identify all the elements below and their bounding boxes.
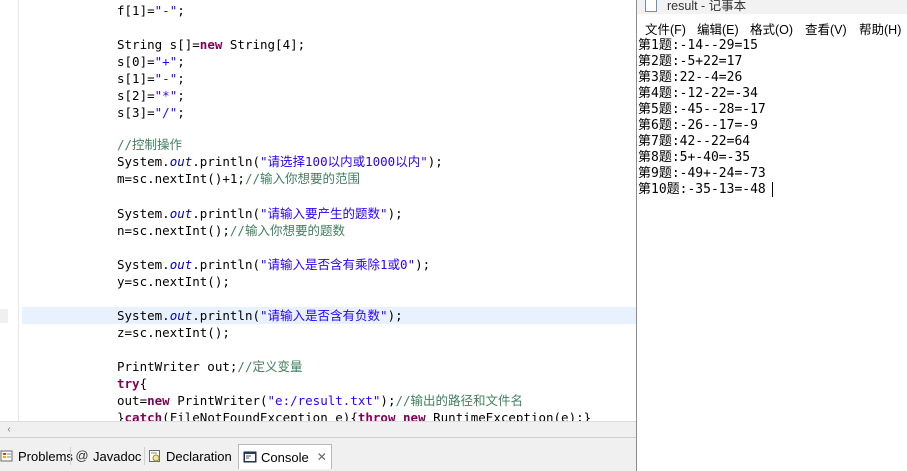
declaration-icon xyxy=(148,449,162,463)
tab-problems-label: Problems xyxy=(18,448,73,464)
result-line: 第7题:42--22=64 xyxy=(638,134,751,149)
code-line[interactable]: }catch(FileNotFoundException e){throw ne… xyxy=(22,409,636,421)
window-title: result - 记事本 xyxy=(667,0,747,13)
tab-console-label: Console xyxy=(261,449,309,465)
code-line[interactable]: System.out.println("请选择100以内或1000以内"); xyxy=(22,153,636,170)
result-line: 第1题:-14--29=15 xyxy=(638,38,758,53)
code-line[interactable]: f[1]="-"; xyxy=(22,2,636,19)
view-tab-bar: Problems @ Javadoc Declaration Console ✕ xyxy=(0,437,636,471)
notepad-title-bar[interactable]: result - 记事本 xyxy=(637,0,907,14)
code-line[interactable]: String s[]=new String[4]; xyxy=(22,36,636,53)
menu-view[interactable]: 查看(V) xyxy=(805,19,847,38)
code-line[interactable]: System.out.println("请输入是否含有乘除1或0"); xyxy=(22,256,636,273)
menu-file[interactable]: 文件(F) xyxy=(645,19,686,38)
scroll-left-arrow-icon[interactable]: ‹ xyxy=(2,423,16,436)
code-line[interactable]: n=sc.nextInt();//输入你想要的题数 xyxy=(22,222,636,239)
code-line[interactable]: System.out.println("请输入是否含有负数"); xyxy=(22,307,636,324)
notepad-menu-bar: 文件(F) 编辑(E) 格式(O) 查看(V) 帮助(H) xyxy=(637,14,907,38)
notepad-text-area[interactable]: 第1题:-14--29=15 第2题:-5+22=17 第3题:22--4=26… xyxy=(637,38,907,471)
result-line: 第6题:-26--17=-9 xyxy=(638,118,758,133)
code-line[interactable]: PrintWriter out;//定义变量 xyxy=(22,358,636,375)
code-editor[interactable]: f[1]="-"; String s[]=new String[4]; s[0]="… xyxy=(0,0,636,421)
menu-format[interactable]: 格式(O) xyxy=(750,19,793,38)
code-line[interactable]: m=sc.nextInt()+1;//输入你想要的范围 xyxy=(22,170,636,187)
tab-javadoc[interactable]: @ Javadoc xyxy=(75,445,141,467)
tab-separator xyxy=(144,447,145,465)
tab-problems[interactable]: Problems xyxy=(0,445,73,467)
code-line[interactable]: s[3]="/"; xyxy=(22,104,636,121)
notepad-icon xyxy=(645,0,657,12)
result-line: 第3题:22--4=26 xyxy=(638,70,743,85)
code-line[interactable]: s[2]="*"; xyxy=(22,87,636,104)
console-icon xyxy=(243,450,257,464)
tab-javadoc-label: Javadoc xyxy=(93,448,142,464)
result-line: 第10题:-35-13=-48 xyxy=(638,182,766,197)
close-tab-icon[interactable]: ✕ xyxy=(317,450,327,464)
result-line: 第9题:-49+-24=-73 xyxy=(638,166,766,181)
code-line[interactable]: y=sc.nextInt(); xyxy=(22,273,636,290)
editor-gutter xyxy=(0,0,19,421)
code-area[interactable]: f[1]="-"; String s[]=new String[4]; s[0]="… xyxy=(22,0,636,421)
result-line: 第2题:-5+22=17 xyxy=(638,54,743,69)
tab-declaration-label: Declaration xyxy=(166,448,232,464)
result-line: 第5题:-45--28=-17 xyxy=(638,102,766,117)
code-line[interactable]: z=sc.nextInt(); xyxy=(22,324,636,341)
result-line: 第8题:5+-40=-35 xyxy=(638,150,751,165)
menu-edit[interactable]: 编辑(E) xyxy=(697,19,739,38)
tab-console[interactable]: Console ✕ xyxy=(238,444,332,469)
notepad-window: result - 记事本 文件(F) 编辑(E) 格式(O) 查看(V) 帮助(… xyxy=(636,0,907,471)
tab-declaration[interactable]: Declaration xyxy=(148,445,232,467)
menu-help[interactable]: 帮助(H) xyxy=(859,19,901,38)
code-line[interactable]: System.out.println("请输入要产生的题数"); xyxy=(22,205,636,222)
code-line[interactable]: s[1]="-"; xyxy=(22,70,636,87)
code-line[interactable]: out=new PrintWriter("e:/result.txt");//输… xyxy=(22,392,636,409)
result-line: 第4题:-12-22=-34 xyxy=(638,86,758,101)
text-caret xyxy=(772,182,773,197)
javadoc-icon: @ xyxy=(75,448,89,463)
code-line[interactable]: //控制操作 xyxy=(22,136,636,153)
tab-separator xyxy=(70,447,71,465)
editor-horizontal-scrollbar[interactable]: ‹ xyxy=(0,421,636,437)
problems-icon xyxy=(0,449,14,463)
code-line[interactable]: try{ xyxy=(22,375,636,392)
current-line-marker xyxy=(0,309,8,323)
code-line[interactable]: s[0]="+"; xyxy=(22,53,636,70)
